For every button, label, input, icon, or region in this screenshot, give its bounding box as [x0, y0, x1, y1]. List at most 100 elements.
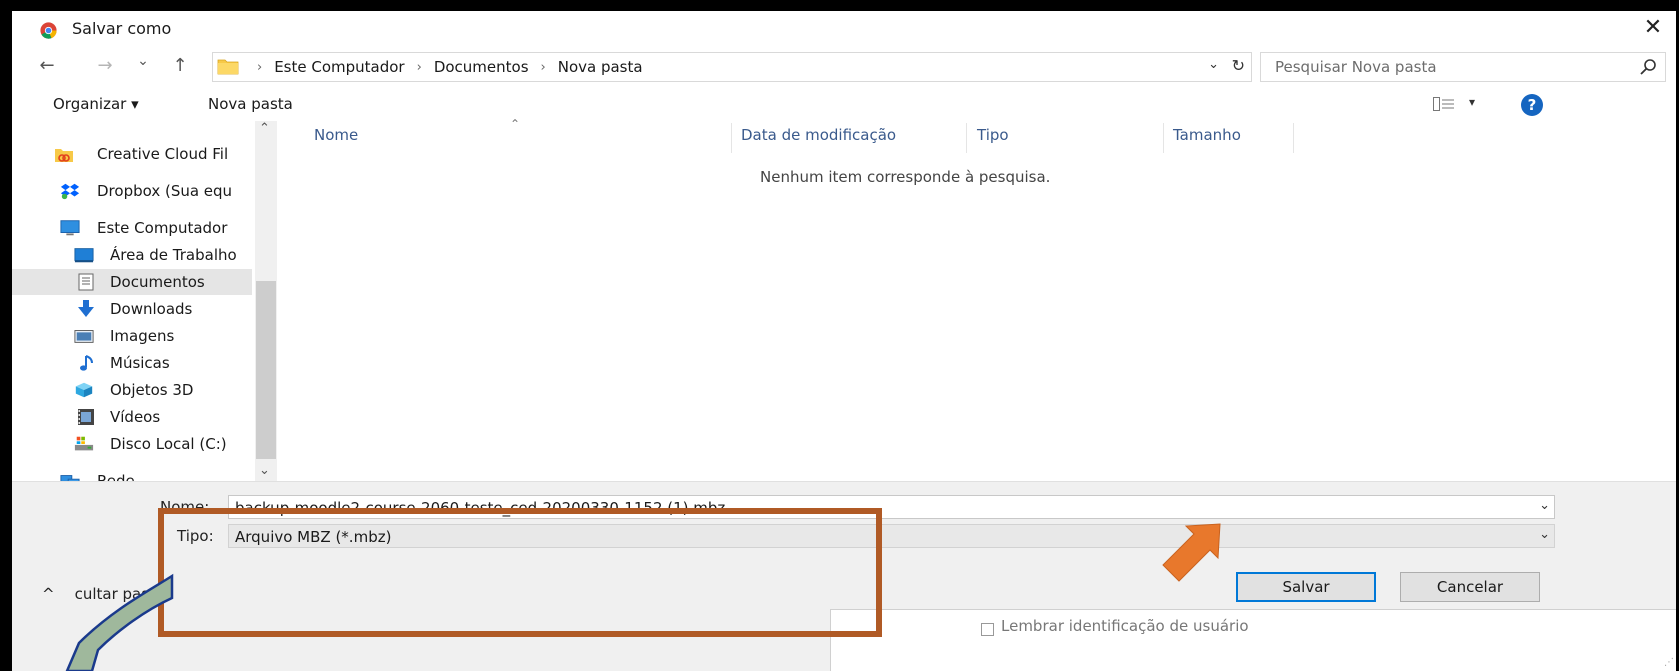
column-header-date[interactable]: Data de modificação [741, 126, 896, 144]
chrome-icon [40, 22, 57, 39]
recent-locations-button[interactable]: ⌄ [130, 53, 156, 69]
window-title: Salvar como [72, 19, 172, 38]
navigation-pane: Creative Cloud Fil Dropbox (Sua equ Este… [12, 121, 277, 481]
sidebar-item-label: Downloads [110, 300, 193, 318]
organize-menu[interactable]: Organizar ▾ [53, 95, 139, 113]
breadcrumb-separator: › [540, 59, 546, 75]
sidebar-item-desktop[interactable]: Área de Trabalho [12, 242, 252, 268]
refresh-button[interactable]: ↻ [1232, 56, 1245, 75]
sidebar-item-videos[interactable]: Vídeos [12, 404, 252, 430]
search-placeholder: Pesquisar Nova pasta [1275, 58, 1437, 76]
sidebar-item-dropbox[interactable]: Dropbox (Sua equ [12, 178, 252, 204]
computer-icon [60, 220, 80, 236]
filetype-select[interactable]: Arquivo MBZ (*.mbz) ⌄ [228, 524, 1555, 548]
breadcrumb-item-computer[interactable]: Este Computador [274, 58, 404, 76]
search-icon[interactable] [1639, 58, 1657, 76]
back-button[interactable]: ← [34, 55, 60, 76]
music-icon [80, 355, 93, 371]
view-options-dropdown[interactable]: ▾ [1469, 95, 1475, 109]
hide-folders-toggle[interactable]: ^ cultar pastas [42, 585, 172, 603]
forward-button[interactable]: → [92, 55, 118, 76]
downloads-icon [78, 300, 94, 317]
background-page-strip: Lembrar identificação de usuário [830, 609, 1676, 671]
sidebar-item-pictures[interactable]: Imagens [12, 323, 252, 349]
filename-input[interactable]: backup-moodle2-course-2060-teste_ced-202… [228, 495, 1555, 519]
sidebar-item-downloads[interactable]: Downloads [12, 296, 252, 322]
breadcrumb: › Este Computador › Documentos › Nova pa… [245, 58, 643, 76]
sidebar-item-label: Área de Trabalho [110, 246, 237, 264]
scroll-up-arrow[interactable]: ⌃ [259, 121, 270, 136]
sidebar-item-label: Este Computador [97, 219, 228, 237]
up-button[interactable]: ↑ [167, 55, 193, 76]
folder-icon [217, 59, 239, 75]
command-toolbar: Organizar ▾ Nova pasta ▾ ? [12, 91, 1676, 119]
column-header-size[interactable]: Tamanho [1173, 126, 1241, 144]
sidebar-item-network[interactable]: Rede [12, 468, 252, 481]
sidebar-item-label: Disco Local (C:) [110, 435, 227, 453]
search-input[interactable]: Pesquisar Nova pasta [1260, 52, 1666, 82]
empty-message: Nenhum item corresponde à pesquisa. [760, 168, 1051, 186]
column-separator[interactable] [1293, 123, 1294, 153]
column-header-name[interactable]: Nome [314, 126, 358, 144]
sidebar-item-3d-objects[interactable]: Objetos 3D [12, 377, 252, 403]
navigation-bar: ← → ⌄ ↑ › Este Computador › Documentos ›… [12, 51, 1676, 85]
sidebar-item-label: Dropbox (Sua equ [97, 182, 233, 200]
sidebar-scrollbar[interactable]: ⌃ ⌄ [255, 121, 277, 481]
sidebar-item-local-disk[interactable]: Disco Local (C:) [12, 431, 252, 457]
scrollbar-thumb[interactable] [256, 281, 276, 459]
save-options-panel: Nome: backup-moodle2-course-2060-teste_c… [12, 481, 1676, 671]
title-bar: Salvar como ✕ [12, 11, 1676, 47]
filetype-value: Arquivo MBZ (*.mbz) [235, 528, 392, 546]
column-separator[interactable] [1163, 123, 1164, 153]
remember-checkbox [981, 623, 994, 636]
help-icon[interactable]: ? [1521, 94, 1543, 116]
hide-folders-label: cultar pastas [74, 585, 172, 603]
sidebar-item-documents[interactable]: Documentos [12, 269, 252, 295]
chevron-up-icon: ^ [42, 585, 55, 603]
save-button[interactable]: Salvar [1236, 572, 1376, 602]
sidebar-item-label: Objetos 3D [110, 381, 194, 399]
column-separator[interactable] [731, 123, 732, 153]
column-separator[interactable] [966, 123, 967, 153]
sidebar-item-label: Rede [97, 472, 135, 481]
sidebar-item-creative-cloud[interactable]: Creative Cloud Fil [12, 141, 252, 167]
sort-indicator: ⌃ [510, 117, 521, 131]
file-list: Nome ⌃ Data de modificação Tipo Tamanho … [280, 117, 1676, 481]
sidebar-item-label: Creative Cloud Fil [97, 145, 229, 163]
creative-cloud-icon [55, 149, 73, 162]
breadcrumb-item-new-folder[interactable]: Nova pasta [558, 58, 643, 76]
filetype-label: Tipo: [177, 527, 214, 545]
remember-label: Lembrar identificação de usuário [1001, 617, 1249, 635]
cancel-button[interactable]: Cancelar [1400, 572, 1540, 602]
close-button[interactable]: ✕ [1636, 13, 1670, 43]
sidebar-item-computer[interactable]: Este Computador [12, 215, 252, 241]
pictures-icon [74, 330, 94, 343]
address-bar[interactable]: › Este Computador › Documentos › Nova pa… [212, 52, 1252, 82]
column-header-type[interactable]: Tipo [977, 126, 1009, 144]
sidebar-item-label: Músicas [110, 354, 170, 372]
breadcrumb-item-documents[interactable]: Documentos [434, 58, 529, 76]
filename-dropdown-arrow[interactable]: ⌄ [1539, 498, 1550, 513]
save-as-dialog: Salvar como ✕ ← → ⌄ ↑ › Este Computador … [12, 11, 1676, 671]
filetype-dropdown-arrow[interactable]: ⌄ [1539, 527, 1550, 542]
videos-icon [78, 409, 94, 425]
breadcrumb-separator: › [416, 59, 422, 75]
breadcrumb-separator: › [257, 59, 263, 75]
local-disk-icon [74, 436, 94, 451]
new-folder-button[interactable]: Nova pasta [208, 95, 293, 113]
dropbox-icon [60, 183, 80, 200]
sidebar-item-label: Imagens [110, 327, 175, 345]
resize-grip-icon[interactable]: ⋰ [1664, 657, 1674, 668]
sidebar-item-music[interactable]: Músicas [12, 350, 252, 376]
address-dropdown-button[interactable]: ⌄ [1208, 57, 1219, 72]
network-icon [60, 475, 80, 481]
sidebar-item-label: Vídeos [110, 408, 161, 426]
objects-3d-icon [75, 382, 93, 398]
filename-label: Nome: [160, 498, 210, 516]
view-options-icon[interactable] [1433, 97, 1455, 111]
scroll-down-arrow[interactable]: ⌄ [259, 463, 270, 478]
documents-icon [78, 273, 94, 291]
desktop-icon [74, 248, 94, 263]
filename-value: backup-moodle2-course-2060-teste_ced-202… [235, 499, 726, 517]
sidebar-item-label: Documentos [110, 273, 205, 291]
